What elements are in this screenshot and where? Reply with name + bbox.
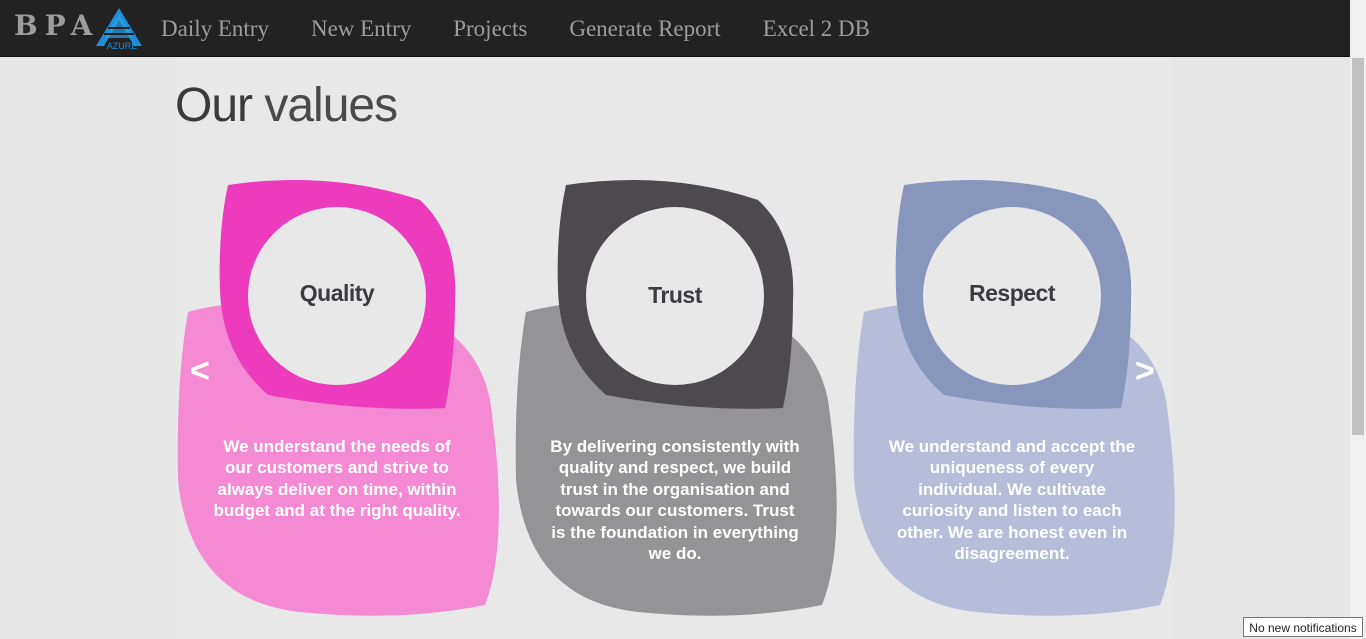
value-description-quality: We understand the needs of our customers… (213, 437, 461, 521)
carousel-prev-arrow[interactable]: < (190, 354, 210, 388)
value-title-respect: Respect (969, 280, 1055, 306)
carousel-next-arrow[interactable]: > (1135, 354, 1155, 388)
notification-toast[interactable]: No new notifications (1243, 617, 1363, 637)
value-title-quality: Quality (299, 280, 375, 306)
value-description-respect: We understand and accept the uniqueness … (888, 437, 1136, 564)
value-description-trust: By delivering consistently with quality … (550, 437, 800, 564)
quality-card-shape (177, 180, 499, 616)
value-title-trust: Trust (648, 282, 702, 308)
